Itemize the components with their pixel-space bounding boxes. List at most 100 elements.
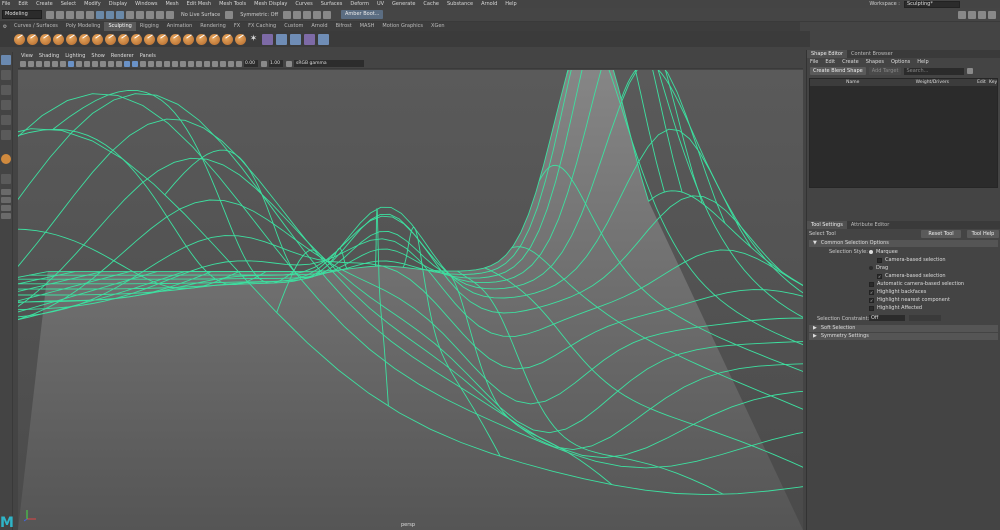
paint-select-tool-icon[interactable] — [1, 85, 11, 95]
highlight-backfaces-checkbox[interactable]: ✓ — [869, 289, 874, 295]
sculpt-tool-icon[interactable] — [14, 33, 25, 45]
menu-mesh-display[interactable]: Mesh Display — [254, 1, 287, 7]
textured-icon[interactable] — [148, 60, 154, 67]
grab-tool-icon[interactable] — [53, 33, 64, 45]
smear-tool-icon[interactable] — [196, 33, 207, 45]
xray-active-icon[interactable] — [220, 60, 226, 67]
xray-icon[interactable] — [212, 60, 218, 67]
menu-file[interactable]: File — [2, 1, 10, 7]
menu-uv[interactable]: UV — [377, 1, 384, 7]
flatten-tool-icon[interactable] — [79, 33, 90, 45]
shape-editor-menu-edit[interactable]: Edit — [825, 59, 835, 65]
shelf-tab-rigging[interactable]: Rigging — [136, 22, 163, 31]
view-transform-dropdown[interactable]: sRGB gamma — [294, 60, 364, 67]
soft-selection-section[interactable]: ▶ Soft Selection — [809, 325, 998, 332]
shelf-tab-sculpting[interactable]: Sculpting — [104, 22, 136, 31]
isolate-select-icon[interactable] — [204, 60, 210, 67]
menu-display[interactable]: Display — [109, 1, 127, 7]
common-selection-section[interactable]: ▼ Common Selection Options — [809, 240, 998, 247]
menu-cache[interactable]: Cache — [423, 1, 439, 7]
persp-graph-layout-icon[interactable] — [1, 205, 11, 211]
shape-editor-menu-options[interactable]: Options — [891, 59, 910, 65]
viewport-menu-renderer[interactable]: Renderer — [111, 53, 134, 59]
attribute-editor-icon[interactable] — [968, 11, 976, 19]
shelf-tab-fx-caching[interactable]: FX Caching — [244, 22, 280, 31]
tab-tool-settings[interactable]: Tool Settings — [807, 221, 847, 229]
safe-action-icon[interactable] — [108, 60, 114, 67]
selection-constraint-value-field[interactable] — [909, 315, 941, 321]
last-tool-icon[interactable] — [1, 154, 11, 164]
shape-search-input[interactable]: Search... — [904, 67, 965, 75]
bookmarks-icon[interactable] — [36, 60, 42, 67]
col-edit[interactable]: Edit — [977, 79, 989, 86]
shape-editor-icon[interactable] — [304, 33, 315, 45]
motion-blur-icon[interactable] — [180, 60, 186, 67]
ipr-render-icon[interactable] — [293, 10, 302, 19]
exposure-field[interactable]: 0.00 — [244, 60, 258, 67]
blend-shape-icon[interactable] — [290, 33, 301, 45]
select-component-icon[interactable] — [116, 10, 124, 19]
depth-of-field-icon[interactable] — [196, 60, 202, 67]
shelf-tab-custom[interactable]: Custom — [280, 22, 307, 31]
shelf-tab-motion-graphics[interactable]: Motion Graphics — [378, 22, 427, 31]
pose-editor-icon[interactable] — [318, 33, 329, 45]
shelf-tab-bifrost[interactable]: Bifrost — [332, 22, 356, 31]
menu-create[interactable]: Create — [36, 1, 53, 7]
amplify-tool-icon[interactable] — [222, 33, 233, 45]
single-perspective-layout-icon[interactable] — [1, 174, 11, 184]
terrain-mesh[interactable] — [18, 70, 803, 530]
snap-surface-icon[interactable] — [166, 10, 174, 19]
smooth-tool-icon[interactable] — [27, 33, 38, 45]
shelf-tab-fx[interactable]: FX — [230, 22, 244, 31]
shape-editor-menu-create[interactable]: Create — [842, 59, 859, 65]
ambient-occlusion-icon[interactable] — [172, 60, 178, 67]
highlight-nearest-checkbox[interactable]: ✓ — [869, 297, 874, 303]
scale-tool-icon[interactable] — [1, 130, 11, 140]
save-scene-icon[interactable] — [66, 10, 74, 19]
pinch-tool-icon[interactable] — [66, 33, 77, 45]
viewport-menu-view[interactable]: View — [21, 53, 33, 59]
menu-modify[interactable]: Modify — [84, 1, 101, 7]
bulge-tool-icon[interactable] — [209, 33, 220, 45]
modeling-toolkit-icon[interactable] — [958, 11, 966, 19]
menu-windows[interactable]: Windows — [135, 1, 157, 7]
shape-editor-options-icon[interactable] — [967, 68, 974, 74]
menu-help[interactable]: Help — [505, 1, 516, 7]
gamma-field[interactable]: 1.00 — [269, 60, 283, 67]
lasso-tool-icon[interactable] — [1, 70, 11, 80]
live-surface-label[interactable]: No Live Surface — [181, 12, 220, 18]
camera-based-selection-1-checkbox[interactable] — [877, 257, 882, 263]
reset-tool-button[interactable]: Reset Tool — [921, 230, 961, 238]
render-settings-icon[interactable] — [303, 10, 312, 19]
exposure-icon[interactable] — [236, 60, 242, 67]
image-plane-icon[interactable] — [44, 60, 50, 67]
add-target-button[interactable]: Add Target — [868, 67, 902, 75]
grease-pencil-icon[interactable] — [60, 60, 66, 67]
col-key[interactable]: Key — [989, 79, 997, 86]
col-name[interactable]: Name — [818, 79, 888, 86]
open-scene-icon[interactable] — [56, 10, 64, 19]
render-view-icon[interactable] — [323, 10, 332, 19]
tool-help-button[interactable]: Tool Help — [967, 230, 999, 238]
outliner-layout-icon[interactable] — [1, 213, 11, 219]
viewport-menu-show[interactable]: Show — [91, 53, 105, 59]
move-tool-icon[interactable] — [1, 100, 11, 110]
symmetry-icon[interactable] — [225, 10, 234, 19]
new-scene-icon[interactable] — [46, 10, 54, 19]
workspace-dropdown[interactable]: Sculpting* — [904, 0, 960, 8]
sculpt-layer-icon[interactable] — [276, 33, 287, 45]
redo-icon[interactable] — [86, 10, 94, 19]
menu-select[interactable]: Select — [61, 1, 76, 7]
auto-camera-checkbox[interactable] — [869, 281, 874, 287]
shape-editor-menu-file[interactable]: File — [810, 59, 818, 65]
tab-attribute-editor[interactable]: Attribute Editor — [847, 221, 893, 229]
menu-deform[interactable]: Deform — [350, 1, 369, 7]
xray-joints-icon[interactable] — [228, 60, 234, 67]
resolution-gate-icon[interactable] — [84, 60, 90, 67]
user-account-button[interactable]: Amber Boot... — [341, 10, 384, 19]
render-icon[interactable] — [283, 10, 292, 19]
symmetry-label[interactable]: Symmetric: Off — [240, 12, 278, 18]
scrape-tool-icon[interactable] — [157, 33, 168, 45]
hypershade-icon[interactable] — [313, 10, 322, 19]
spray-tool-icon[interactable] — [105, 33, 116, 45]
